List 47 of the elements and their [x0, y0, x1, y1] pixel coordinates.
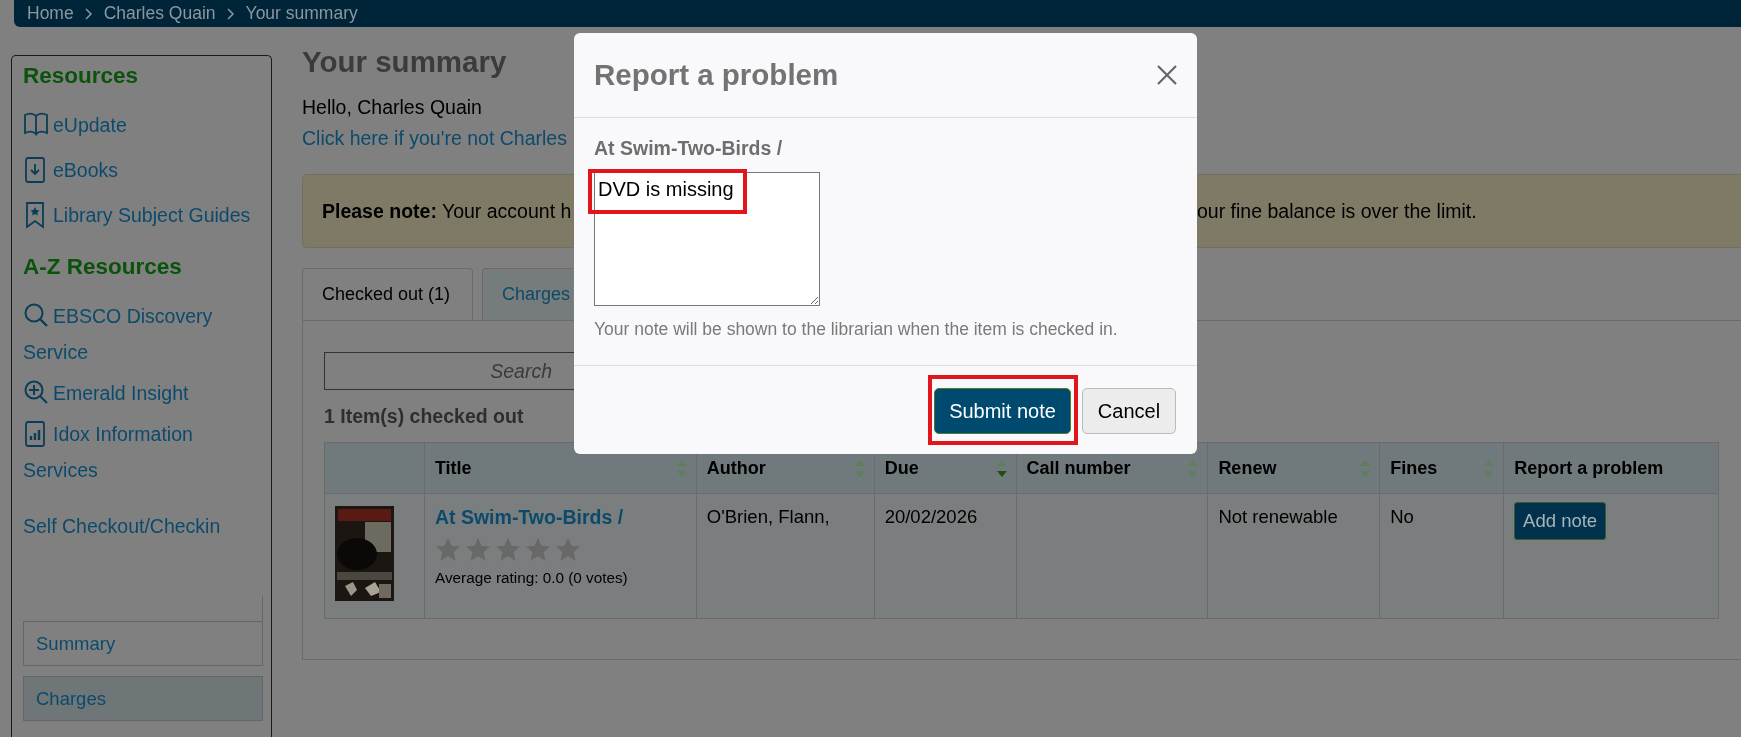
notice-text: our fine balance is over the limit.	[1197, 199, 1477, 223]
table-cell: No	[1390, 506, 1414, 527]
column-header: Renew	[1218, 457, 1277, 478]
close-icon[interactable]	[1156, 64, 1178, 86]
sidebar-link[interactable]: Self Checkout/Checkin	[23, 515, 221, 537]
tab[interactable]: Checked out (1)	[302, 268, 473, 320]
column-header: Due	[884, 457, 919, 478]
rating-text: Average rating: 0.0 (0 votes)	[434, 569, 629, 587]
breadcrumb-link[interactable]: Charles Quain	[103, 3, 216, 24]
book-icon	[23, 111, 49, 139]
notice-text: Please note: Your account h	[321, 199, 572, 223]
column-header: Report a problem	[1514, 457, 1664, 478]
item-title: At Swim-Two-Birds /	[594, 136, 783, 160]
breadcrumb-link[interactable]: Home	[27, 3, 74, 24]
search-field[interactable]: Search	[324, 352, 574, 390]
sidebar-link[interactable]: EBSCO Discovery Service	[23, 298, 263, 370]
sidebar-link[interactable]: Emerald Insight	[23, 375, 263, 411]
sidebar-link[interactable]: Idox Information Services	[23, 416, 263, 488]
help-text: Your note will be shown to the librarian when the item is checked in.	[594, 318, 1118, 340]
item-count: 1 Item(s) checked out	[324, 404, 524, 429]
dialog-title: Report a problem	[594, 58, 839, 92]
section-heading: Resources	[23, 62, 140, 90]
section-heading: A-Z Resources	[23, 253, 183, 281]
nav-item[interactable]: Summary	[23, 621, 263, 666]
column-header: Title	[434, 457, 472, 478]
add-note-button[interactable]: Add note	[1514, 502, 1607, 540]
switch-user-link[interactable]: Click here if you're not Charles	[302, 123, 567, 153]
sidebar-link[interactable]: eUpdate	[23, 107, 263, 143]
tab[interactable]: Charges	[482, 268, 573, 320]
column-header: Call number	[1026, 457, 1131, 478]
cancel-button[interactable]: Cancel	[1082, 388, 1176, 434]
column-header: Author	[706, 457, 766, 478]
chevron-icon	[84, 7, 93, 20]
sidebar-link[interactable]: Library Subject Guides	[23, 197, 263, 233]
table-cell: Not renewable	[1218, 506, 1338, 527]
breadcrumb-link[interactable]: Your summary	[245, 3, 358, 24]
page-title: Your summary	[302, 44, 507, 80]
chevron-icon	[226, 7, 235, 20]
table-cell: 20/02/2026	[884, 506, 978, 527]
column-header: Fines	[1390, 457, 1438, 478]
title-link[interactable]: At Swim-Two-Birds /	[434, 506, 624, 528]
sidebar-link[interactable]: eBooks	[23, 152, 263, 188]
note-field[interactable]: DVD is missing	[594, 172, 820, 306]
greeting-text: Hello, Charles Quain	[302, 95, 482, 120]
nav-item[interactable]: Charges	[23, 676, 263, 721]
submit-button[interactable]: Submit note	[934, 388, 1071, 434]
table-cell: O'Brien, Flann,	[706, 506, 830, 527]
